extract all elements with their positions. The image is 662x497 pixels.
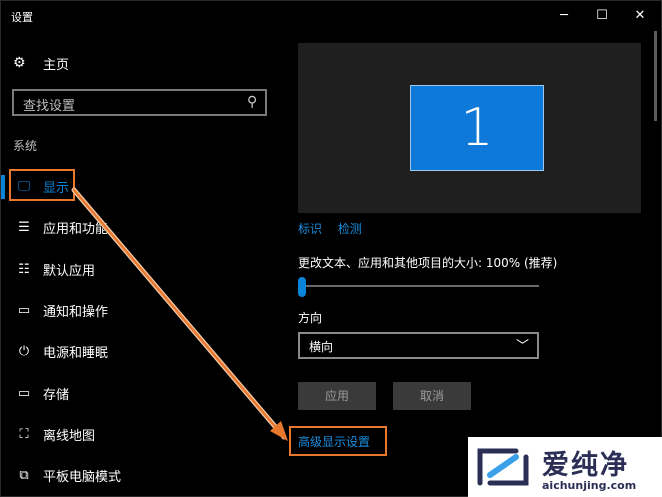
monitor-number: 1 — [460, 98, 494, 158]
sidebar-item-display[interactable]: 🖵 显示 — [1, 166, 286, 207]
section-label: 系统 — [13, 139, 38, 153]
monitor-links: 标识 检测 — [298, 220, 374, 237]
detect-link[interactable]: 检测 — [338, 222, 362, 236]
window-title: 设置 — [11, 11, 33, 24]
storage-icon: ▭ — [17, 385, 31, 401]
monitor-arrangement: 1 — [298, 43, 641, 213]
sidebar-item-storage[interactable]: ▭ 存储 — [1, 372, 286, 413]
apply-button[interactable]: 应用 — [298, 382, 376, 410]
watermark: 爱纯净 aichunjing.com — [468, 437, 662, 497]
sidebar-item-offline-maps[interactable]: ⛶ 离线地图 — [1, 414, 286, 455]
scale-slider-thumb[interactable] — [298, 277, 306, 297]
close-button[interactable]: ✕ — [621, 1, 659, 31]
maximize-button[interactable]: ☐ — [583, 1, 621, 31]
search-icon[interactable]: ⚲ — [247, 94, 257, 110]
scrollbar[interactable] — [654, 31, 657, 121]
sidebar-item-label: 存储 — [43, 387, 70, 403]
minimize-button[interactable]: ─ — [545, 1, 583, 31]
sidebar-item-tablet-mode[interactable]: ⧉ 平板电脑模式 — [1, 455, 286, 496]
sidebar-item-notifications[interactable]: ▭ 通知和操作 — [1, 290, 286, 331]
sidebar-item-label: 应用和功能 — [43, 222, 109, 238]
home-label: 主页 — [43, 57, 70, 73]
orientation-select[interactable]: 横向 ﹀ — [298, 332, 539, 359]
title-bar: 设置 ─ ☐ ✕ — [1, 1, 661, 31]
sidebar-item-label: 离线地图 — [43, 428, 96, 444]
identify-link[interactable]: 标识 — [298, 222, 322, 236]
active-indicator — [1, 175, 5, 199]
watermark-url: aichunjing.com — [542, 479, 637, 492]
default-apps-icon: ☷ — [18, 261, 30, 277]
scale-slider-track[interactable] — [302, 285, 539, 287]
settings-window: 设置 ─ ☐ ✕ ⚙ 主页 查找设置 ⚲ 系统 🖵 显示 ☰ 应用和功能 ☷ 默… — [0, 0, 662, 497]
gear-icon: ⚙ — [13, 55, 26, 71]
sidebar-item-label: 平板电脑模式 — [43, 470, 122, 486]
apps-list-icon: ☰ — [18, 220, 30, 236]
tablet-mode-icon: ⧉ — [19, 468, 29, 484]
sidebar-item-label: 默认应用 — [43, 263, 96, 279]
highlight-box-advanced — [289, 426, 387, 456]
orientation-value: 横向 — [309, 340, 334, 354]
watermark-logo-icon — [477, 448, 529, 486]
sidebar-nav: 🖵 显示 ☰ 应用和功能 ☷ 默认应用 ▭ 通知和操作 ⏻ 电源和睡眠 ▭ 存储… — [1, 166, 286, 496]
sidebar-item-label: 电源和睡眠 — [43, 346, 109, 362]
highlight-box-display — [9, 169, 75, 201]
search-input[interactable]: 查找设置 ⚲ — [12, 89, 267, 116]
sidebar-item-power[interactable]: ⏻ 电源和睡眠 — [1, 331, 286, 372]
chevron-down-icon: ﹀ — [515, 339, 529, 354]
monitor-tile[interactable]: 1 — [410, 85, 544, 171]
sidebar-item-default-apps[interactable]: ☷ 默认应用 — [1, 249, 286, 290]
power-icon: ⏻ — [18, 344, 30, 360]
scale-label: 更改文本、应用和其他项目的大小: 100% (推荐) — [298, 256, 558, 270]
watermark-title: 爱纯净 — [542, 450, 629, 481]
notification-icon: ▭ — [17, 303, 31, 319]
cancel-button[interactable]: 取消 — [393, 382, 471, 410]
search-placeholder: 查找设置 — [23, 99, 76, 114]
orientation-label: 方向 — [298, 311, 323, 325]
sidebar-item-label: 通知和操作 — [43, 305, 109, 321]
sidebar-item-apps[interactable]: ☰ 应用和功能 — [1, 207, 286, 248]
sidebar-home[interactable]: ⚙ 主页 — [13, 53, 69, 73]
offline-map-icon: ⛶ — [19, 426, 29, 442]
